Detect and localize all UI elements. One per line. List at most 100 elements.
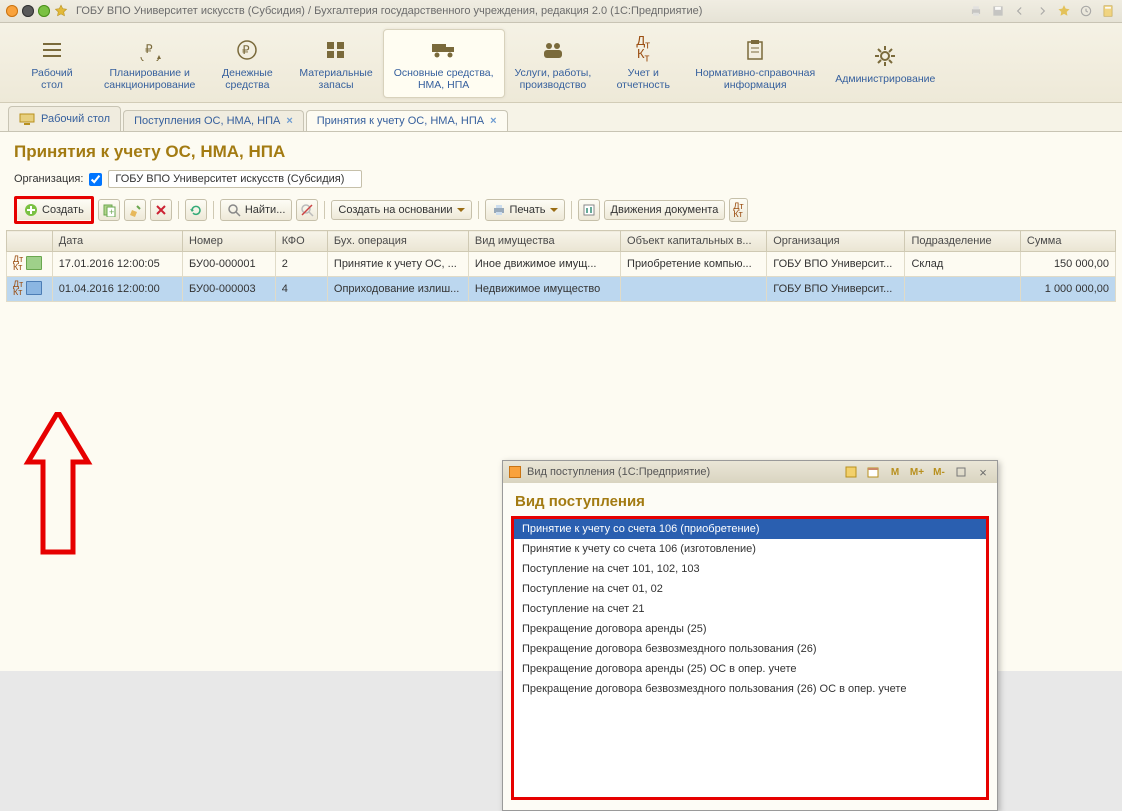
nav-desktop[interactable]: Рабочий стол [10, 29, 94, 98]
chevron-down-icon [550, 208, 558, 216]
doc-movements-button[interactable]: Движения документа [604, 200, 726, 220]
window-title: ГОБУ ВПО Университет искусств (Субсидия)… [76, 5, 968, 17]
receipt-type-dialog: Вид поступления (1С:Предприятие) M M+ M-… [502, 460, 998, 811]
list-item[interactable]: Поступление на счет 21 [514, 599, 986, 619]
col-icon[interactable] [7, 231, 53, 252]
mem-mplus[interactable]: M+ [909, 464, 925, 480]
edit-button[interactable] [124, 199, 146, 221]
hint-arrow-icon [18, 412, 98, 592]
refresh-button[interactable] [185, 199, 207, 221]
favorite-star-icon[interactable] [1056, 3, 1072, 19]
list-item[interactable]: Прекращение договора аренды (25) [514, 619, 986, 639]
cell-kfo: 2 [275, 252, 327, 277]
create-button[interactable]: Создать [17, 199, 91, 221]
nav-reference[interactable]: Нормативно-справочная информация [685, 29, 825, 98]
col-op[interactable]: Бух. операция [327, 231, 468, 252]
report-button[interactable] [578, 199, 600, 221]
close-icon[interactable]: × [286, 115, 292, 127]
col-sum[interactable]: Сумма [1020, 231, 1115, 252]
nav-materials[interactable]: Материальные запасы [289, 29, 382, 98]
nav-accounting[interactable]: ДтКт Учет и отчетность [601, 29, 685, 98]
find-button[interactable]: Найти... [220, 199, 293, 221]
col-number[interactable]: Номер [183, 231, 276, 252]
favorite-icon[interactable] [54, 4, 68, 18]
nav-label: Планирование и санкционирование [104, 67, 195, 91]
tab-acceptance[interactable]: Принятия к учету ОС, НМА, НПА × [306, 110, 508, 131]
nav-label: Денежные средства [222, 67, 273, 91]
nav-services[interactable]: Услуги, работы, производство [505, 29, 602, 98]
close-icon[interactable]: × [975, 464, 991, 480]
nav-label: Учет и отчетность [617, 67, 670, 91]
col-kfo[interactable]: КФО [275, 231, 327, 252]
printer-icon[interactable] [968, 3, 984, 19]
print-button[interactable]: Печать [485, 199, 565, 221]
ruble-cycle-icon: ₽ [137, 37, 163, 63]
tab-receipts[interactable]: Поступления ОС, НМА, НПА × [123, 110, 304, 131]
cell-kfo: 4 [275, 277, 327, 302]
tab-label: Рабочий стол [41, 113, 110, 125]
table-row[interactable]: ДтКт 17.01.2016 12:00:05 БУ00-000001 2 П… [7, 252, 1116, 277]
cell-kind: Иное движимое имущ... [468, 252, 620, 277]
calculator-icon[interactable] [843, 464, 859, 480]
create-button-label: Создать [42, 204, 84, 216]
nav-money[interactable]: ₽ Денежные средства [205, 29, 289, 98]
org-filter-checkbox[interactable] [89, 173, 102, 186]
find-label: Найти... [245, 204, 286, 216]
app-logo [509, 466, 521, 478]
cell-obj [621, 277, 767, 302]
dtkt-button[interactable]: ДтКт [729, 198, 747, 222]
tab-desktop[interactable]: Рабочий стол [8, 106, 121, 131]
nav-admin[interactable]: Администрирование [825, 29, 945, 98]
dialog-header: Вид поступления [503, 483, 997, 516]
close-icon[interactable]: × [490, 115, 496, 127]
truck-icon [430, 37, 458, 63]
org-value[interactable]: ГОБУ ВПО Университет искусств (Субсидия) [108, 170, 362, 188]
highlight-create: Создать [14, 196, 94, 224]
mem-m[interactable]: M [887, 464, 903, 480]
org-filter-row: Организация: ГОБУ ВПО Университет искусс… [0, 168, 1122, 194]
nav-planning[interactable]: ₽ Планирование и санкционирование [94, 29, 205, 98]
cell-org: ГОБУ ВПО Университ... [767, 252, 905, 277]
nav-fixed-assets[interactable]: Основные средства, НМА, НПА [383, 29, 505, 98]
col-kind[interactable]: Вид имущества [468, 231, 620, 252]
save-icon[interactable] [990, 3, 1006, 19]
copy-button[interactable]: + [98, 199, 120, 221]
clear-find-button[interactable] [296, 199, 318, 221]
cell-obj: Приобретение компью... [621, 252, 767, 277]
col-org[interactable]: Организация [767, 231, 905, 252]
nav-fwd-icon[interactable] [1034, 3, 1050, 19]
history-icon[interactable] [1078, 3, 1094, 19]
col-date[interactable]: Дата [52, 231, 182, 252]
col-obj[interactable]: Объект капитальных в... [621, 231, 767, 252]
window-button[interactable] [22, 5, 34, 17]
list-item[interactable]: Прекращение договора безвозмездного поль… [514, 679, 986, 699]
cell-op: Принятие к учету ОС, ... [327, 252, 468, 277]
search-icon [227, 203, 241, 217]
list-item[interactable]: Принятие к учету со счета 106 (изготовле… [514, 539, 986, 559]
window-button[interactable] [38, 5, 50, 17]
mem-mminus[interactable]: M- [931, 464, 947, 480]
doc-movements-label: Движения документа [611, 204, 719, 216]
nav-back-icon[interactable] [1012, 3, 1028, 19]
delete-mark-button[interactable] [150, 199, 172, 221]
people-icon [541, 37, 565, 63]
calculator-icon[interactable] [1100, 3, 1116, 19]
list-item[interactable]: Прекращение договора безвозмездного поль… [514, 639, 986, 659]
list-item[interactable]: Прекращение договора аренды (25) ОС в оп… [514, 659, 986, 679]
org-label: Организация: [14, 173, 83, 185]
list-item[interactable]: Принятие к учету со счета 106 (приобрете… [514, 519, 986, 539]
calendar-icon[interactable] [865, 464, 881, 480]
create-based-button[interactable]: Создать на основании [331, 200, 471, 220]
list-item[interactable]: Поступление на счет 01, 02 [514, 579, 986, 599]
create-based-label: Создать на основании [338, 204, 452, 216]
dtkt-icon: ДтКт [13, 280, 23, 296]
table-row[interactable]: ДтКт 01.04.2016 12:00:00 БУ00-000003 4 О… [7, 277, 1116, 302]
col-dep[interactable]: Подразделение [905, 231, 1020, 252]
page-content: Принятия к учету ОС, НМА, НПА Организаци… [0, 132, 1122, 671]
clipboard-icon [745, 37, 765, 63]
list-item[interactable]: Поступление на счет 101, 102, 103 [514, 559, 986, 579]
svg-text:₽: ₽ [242, 43, 250, 57]
maximize-icon[interactable] [953, 464, 969, 480]
chevron-down-icon [457, 208, 465, 216]
nav-label: Основные средства, НМА, НПА [394, 67, 494, 91]
